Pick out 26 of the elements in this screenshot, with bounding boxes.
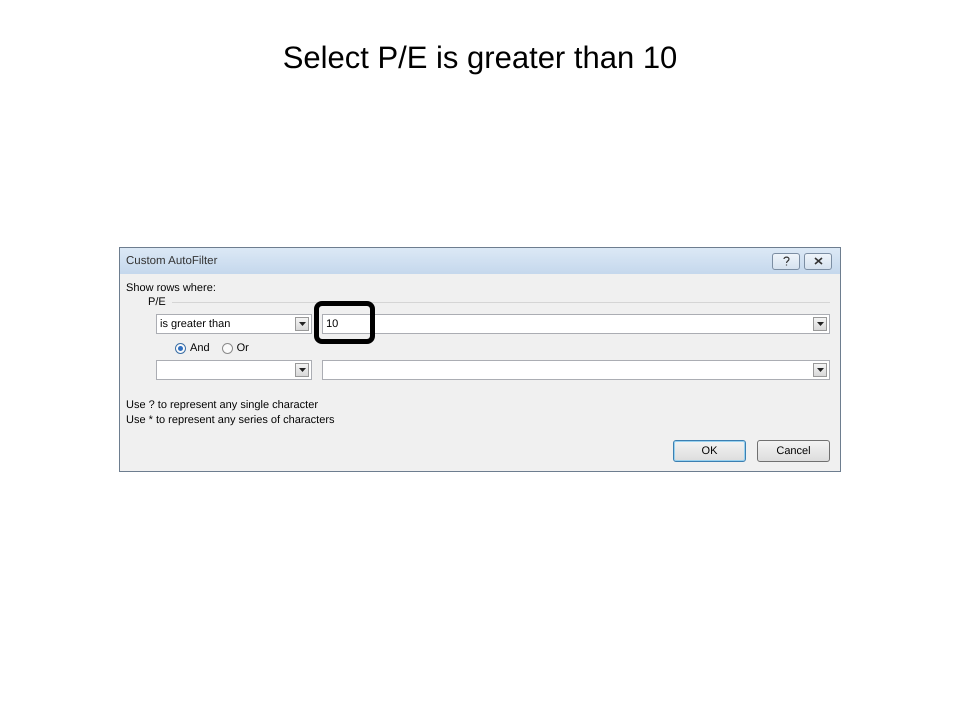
help-icon [782, 256, 790, 266]
field-label: P/E [148, 296, 166, 308]
operator-dropdown[interactable]: is greater than [156, 314, 312, 334]
help-button[interactable] [772, 252, 800, 270]
dialog-button[interactable]: OK [673, 440, 746, 462]
dropdown-button[interactable] [295, 317, 310, 331]
caret-icon [298, 322, 306, 326]
dropdown-button[interactable] [813, 363, 827, 377]
radio-option[interactable]: And [175, 342, 210, 354]
caret-icon [298, 368, 306, 372]
slide-title: Select P/E is greater than 10 [282, 39, 678, 77]
dialog-button[interactable]: Cancel [757, 440, 830, 462]
prompt-label: Show rows where: [126, 282, 217, 294]
hint-text: Use ? to represent any single character [126, 399, 319, 411]
window-title: Custom AutoFilter [126, 255, 218, 267]
close-button[interactable] [804, 252, 832, 270]
caret-icon [816, 322, 824, 326]
value-dropdown[interactable]: 10 [322, 314, 830, 334]
caret-icon [816, 368, 824, 372]
dropdown-button[interactable] [813, 317, 827, 331]
radio-label: Or [236, 342, 249, 354]
radio-label: And [190, 342, 210, 354]
hint-text: Use * to represent any series of characters [126, 414, 336, 426]
radio-option[interactable]: Or [222, 342, 249, 354]
close-icon [814, 257, 822, 265]
dropdown-button[interactable] [295, 363, 310, 377]
